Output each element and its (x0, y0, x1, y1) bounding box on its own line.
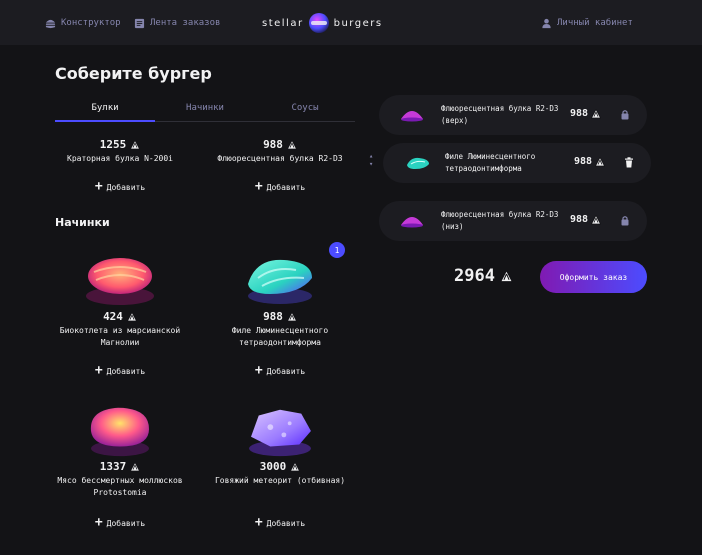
nav-feed-link[interactable]: Лента заказов (134, 15, 220, 31)
logo-text-left: stellar (262, 17, 304, 29)
list-icon (134, 18, 145, 28)
bun-thumbnail (401, 111, 423, 122)
drag-handle-icon[interactable]: ▴ ▾ (369, 152, 373, 168)
price-value: 424 (103, 310, 123, 323)
price: 3000 (205, 460, 355, 473)
constructor-item-bottom-bun: Флюоресцентная булка R2-D3 (низ) 988 (379, 201, 647, 241)
price-value: 988 (263, 310, 283, 323)
plus-icon: + (94, 179, 103, 194)
order-total: 2964 (454, 266, 513, 286)
currency-icon (130, 461, 141, 471)
ingredient-card-filling-2[interactable]: 988 Филе Люминесцентного тетраодонтимфор… (205, 250, 355, 380)
nav-account-label: Личный кабинет (557, 18, 633, 28)
price-value: 988 (570, 108, 589, 119)
ingredient-image (248, 259, 312, 304)
constructor-item-name: Флюоресцентная булка R2-D3 (верх) (441, 104, 559, 125)
price-value: 988 (574, 156, 593, 167)
currency-icon (286, 139, 297, 149)
total-value: 2964 (454, 266, 495, 286)
add-button[interactable]: + Добавить (45, 515, 195, 530)
add-label: Добавить (106, 518, 146, 528)
ingredient-count-badge: 1 (329, 242, 345, 258)
constructor-item-price: 988 (570, 108, 602, 119)
ingredient-image (249, 409, 311, 457)
price-value: 1337 (99, 460, 127, 473)
ingredient-name: Краторная булка N-200i (67, 154, 173, 163)
tab-buns[interactable]: Булки (55, 98, 155, 122)
add-button[interactable]: + Добавить (45, 363, 195, 378)
nav-account-link[interactable]: Личный кабинет (541, 15, 633, 31)
ingredient-card-filling-1[interactable]: 424 Биокотлета из марсианской Магнолии +… (45, 250, 195, 380)
nav-feed-label: Лента заказов (150, 18, 221, 28)
filling-thumbnail (407, 157, 429, 169)
price: 988 (205, 310, 355, 323)
ingredient-card-bun-1[interactable]: 1255 Краторная булка N-200i + Добавить (45, 138, 195, 198)
price: 1255 (45, 138, 195, 151)
currency-icon (126, 311, 137, 321)
price-value: 988 (570, 214, 589, 225)
currency-icon (290, 461, 301, 471)
ingredient-image (90, 407, 149, 457)
currency-icon (591, 214, 602, 224)
add-button[interactable]: + Добавить (45, 179, 195, 194)
constructor-item-filling[interactable]: Филе Люминесцентного тетраодонтимформа 9… (383, 143, 651, 183)
price: 988 (205, 138, 355, 151)
trash-icon[interactable] (624, 157, 634, 168)
page-title: Соберите бургер (55, 64, 212, 83)
ingredient-card-filling-4[interactable]: 3000 Говяжий метеорит (отбивная) + Добав… (205, 402, 355, 532)
ingredient-name: Филе Люминесцентного тетраодонтимформа (231, 326, 329, 347)
plus-icon: + (94, 515, 103, 530)
add-label: Добавить (106, 366, 146, 376)
bun-thumbnail (401, 217, 423, 228)
ingredient-name: Мясо бессмертных моллюсков Protostomia (57, 476, 183, 497)
add-label: Добавить (106, 182, 146, 192)
lock-icon (621, 216, 629, 226)
add-label: Добавить (266, 182, 306, 192)
currency-icon (130, 139, 141, 149)
constructor-item-top-bun: Флюоресцентная булка R2-D3 (верх) 988 (379, 95, 647, 135)
price-value: 3000 (259, 460, 287, 473)
price-value: 1255 (99, 138, 127, 151)
add-button[interactable]: + Добавить (205, 179, 355, 194)
ingredient-card-bun-2[interactable]: 988 Флюоресцентная булка R2-D3 + Добавит… (205, 138, 355, 198)
add-label: Добавить (266, 366, 306, 376)
plus-icon: + (94, 363, 103, 378)
nav-constructor-link[interactable]: Конструктор (45, 15, 121, 31)
plus-icon: + (254, 179, 263, 194)
currency-icon (591, 108, 602, 118)
logo[interactable]: stellar burgers (262, 11, 383, 35)
burger-icon (45, 19, 56, 28)
lock-icon (621, 110, 629, 120)
plus-icon: + (254, 363, 263, 378)
section-title-fillings: Начинки (55, 216, 110, 229)
tab-sauces[interactable]: Соусы (255, 98, 355, 121)
price: 424 (45, 310, 195, 323)
logo-text-right: burgers (333, 17, 383, 29)
nav-constructor-label: Конструктор (61, 18, 121, 28)
tab-fillings[interactable]: Начинки (155, 98, 255, 121)
constructor-item-name: Филе Люминесцентного тетраодонтимформа (445, 152, 536, 173)
ingredient-card-filling-3[interactable]: 1337 Мясо бессмертных моллюсков Protosto… (45, 402, 195, 532)
currency-icon (286, 311, 297, 321)
currency-icon (595, 156, 606, 166)
ingredient-image (86, 258, 154, 305)
constructor-item-price: 988 (570, 214, 602, 225)
app-header: Конструктор Лента заказов stellar burger… (0, 0, 702, 45)
place-order-button[interactable]: Оформить заказ (540, 261, 647, 293)
user-icon (542, 18, 551, 28)
planet-logo-icon (308, 13, 329, 33)
add-button[interactable]: + Добавить (205, 363, 355, 378)
plus-icon: + (254, 515, 263, 530)
ingredient-name: Говяжий метеорит (отбивная) (214, 476, 346, 485)
currency-icon (499, 269, 513, 282)
constructor-item-price: 988 (574, 156, 606, 167)
add-label: Добавить (266, 518, 306, 528)
ingredient-tabs: Булки Начинки Соусы (55, 98, 355, 122)
price: 1337 (45, 460, 195, 473)
constructor-item-name: Флюоресцентная булка R2-D3 (низ) (441, 210, 559, 231)
add-button[interactable]: + Добавить (205, 515, 355, 530)
price-value: 988 (263, 138, 283, 151)
ingredient-name: Флюоресцентная булка R2-D3 (217, 154, 343, 163)
ingredient-name: Биокотлета из марсианской Магнолии (59, 326, 181, 347)
